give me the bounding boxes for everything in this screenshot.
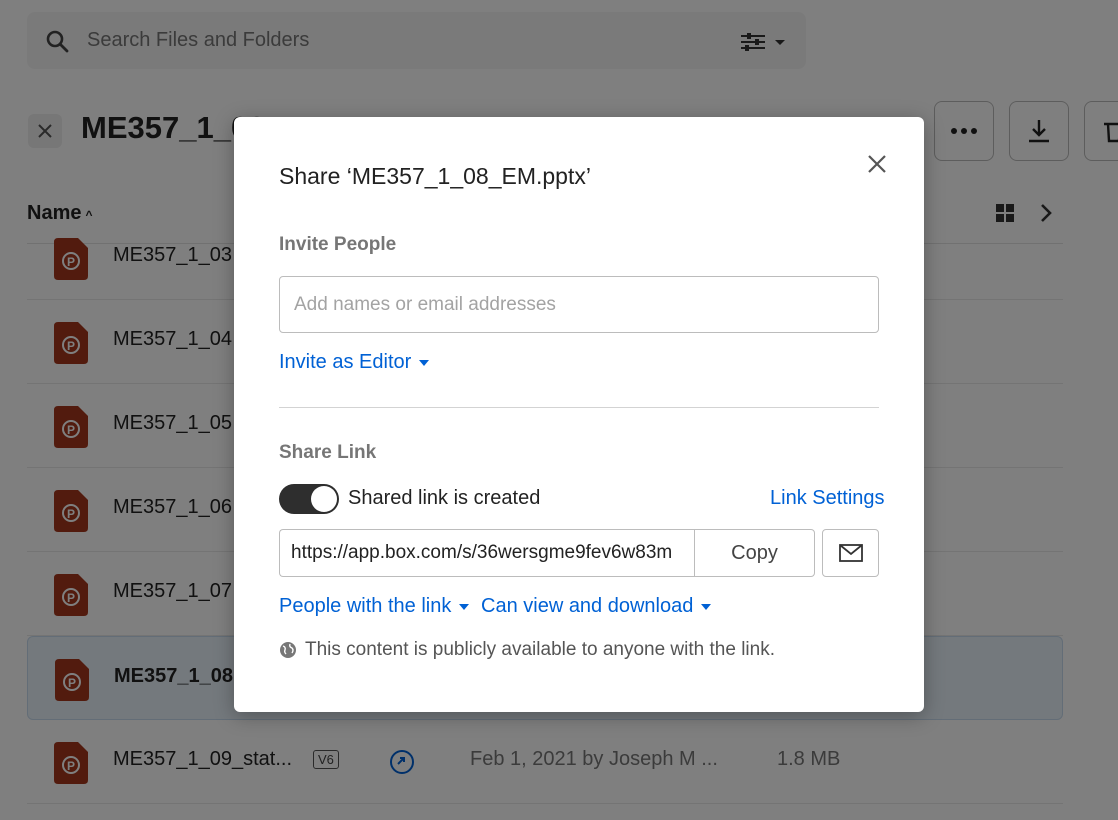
caret-down-icon [459, 603, 470, 610]
globe-icon [280, 642, 296, 658]
email-link-button[interactable] [822, 529, 879, 577]
permission-label: Can view and download [481, 595, 694, 617]
link-settings-link[interactable]: Link Settings [770, 487, 885, 510]
toggle-knob [311, 486, 337, 512]
caret-down-icon [419, 359, 430, 366]
shared-link-url-field[interactable] [279, 529, 695, 577]
shared-link-status: Shared link is created [348, 487, 541, 509]
share-modal: Share ‘ME357_1_08_EM.pptx’ Invite People… [234, 117, 924, 712]
invite-role-dropdown[interactable]: Invite as Editor [279, 351, 430, 374]
section-divider [279, 407, 879, 408]
access-scope-label: People with the link [279, 595, 452, 617]
invite-people-label: Invite People [279, 234, 397, 255]
envelope-icon [838, 544, 863, 562]
public-access-note: This content is publicly available to an… [279, 639, 775, 661]
copy-button[interactable]: Copy [694, 529, 815, 577]
invite-role-label: Invite as Editor [279, 351, 412, 373]
share-link-label: Share Link [279, 442, 377, 463]
invite-people-input[interactable] [279, 276, 879, 333]
close-icon[interactable] [866, 153, 888, 175]
caret-down-icon [701, 603, 712, 610]
access-scope-dropdown[interactable]: People with the link [279, 595, 470, 618]
permission-dropdown[interactable]: Can view and download [481, 595, 712, 618]
shared-link-toggle[interactable] [279, 484, 339, 514]
public-note-text: This content is publicly available to an… [305, 639, 775, 660]
modal-title: Share ‘ME357_1_08_EM.pptx’ [279, 163, 591, 189]
